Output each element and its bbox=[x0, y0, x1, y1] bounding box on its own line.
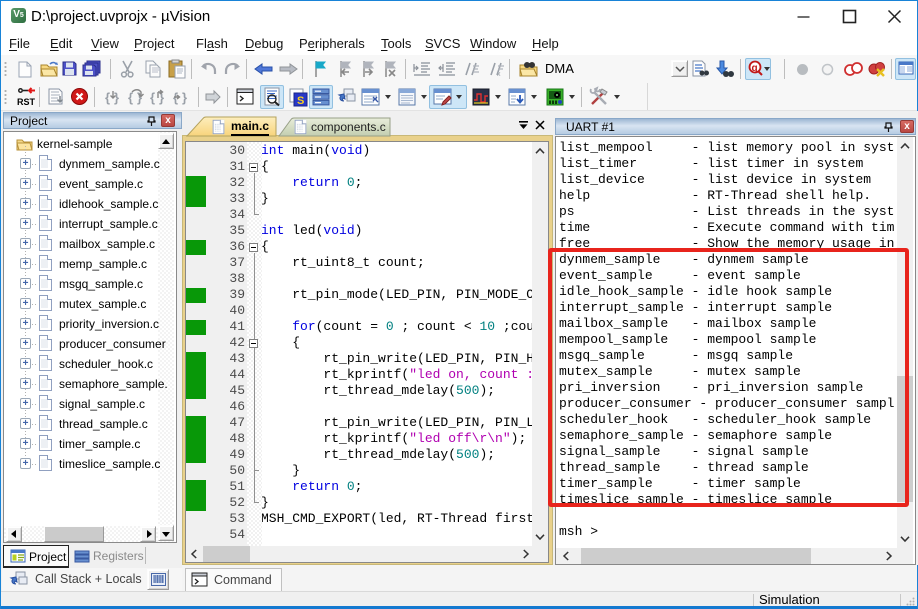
svg-text:q: q bbox=[752, 63, 758, 74]
svg-text:x: x bbox=[497, 71, 501, 78]
svg-text:{: { bbox=[105, 90, 110, 105]
svg-text:}: } bbox=[182, 90, 187, 105]
svg-text:S: S bbox=[297, 95, 304, 107]
svg-text:RST: RST bbox=[17, 97, 36, 107]
svg-text:}: } bbox=[114, 90, 119, 105]
svg-text:{: { bbox=[150, 90, 155, 105]
